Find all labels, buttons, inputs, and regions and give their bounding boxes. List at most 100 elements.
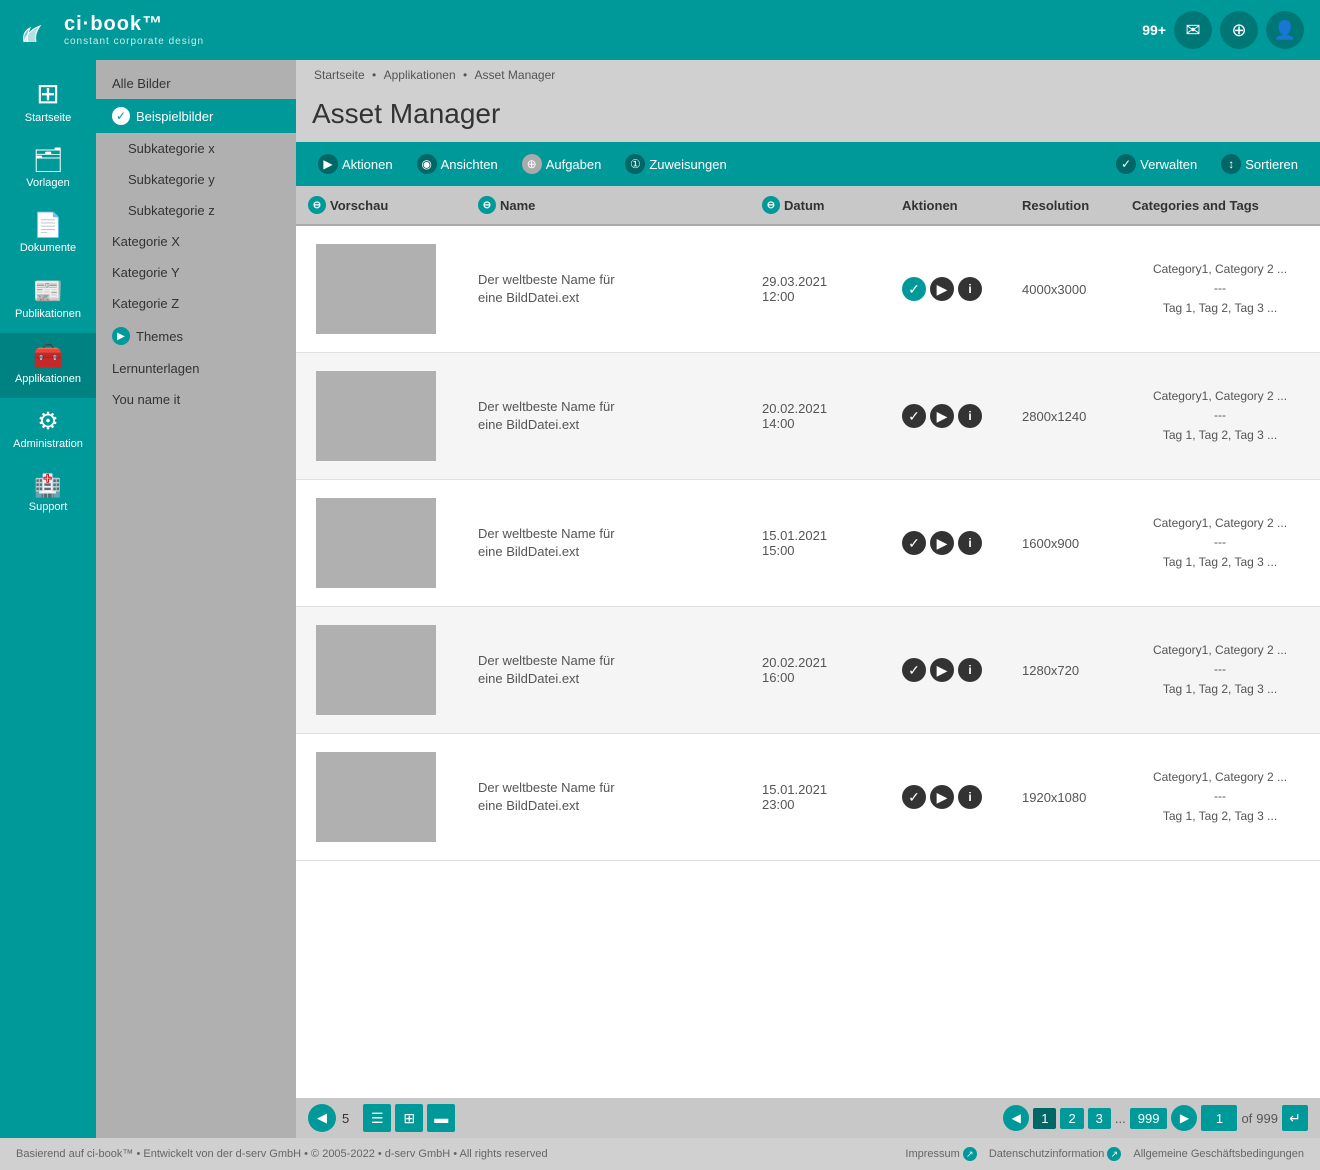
per-page-button[interactable]: ◀ xyxy=(308,1104,336,1132)
date-value: 20.02.202114:00 xyxy=(762,401,827,431)
top-header: ci·book™ constant corporate design 99+ ✉… xyxy=(0,0,1320,60)
th-categories: Categories and Tags xyxy=(1120,186,1320,224)
page-num-1[interactable]: 1 xyxy=(1033,1108,1056,1129)
sec-sidebar-kategorie-x[interactable]: Kategorie X xyxy=(96,226,296,257)
beispielbilder-label: Beispielbilder xyxy=(136,109,213,124)
file-name: Der weltbeste Name füreine BildDatei.ext xyxy=(478,779,615,815)
sidebar-item-publikationen[interactable]: 📰 Publikationen xyxy=(0,268,96,333)
sec-sidebar-lernunterlagen[interactable]: Lernunterlagen xyxy=(96,353,296,384)
action-approve-icon[interactable]: ✓ xyxy=(902,404,926,428)
list-view-button[interactable]: ☰ xyxy=(363,1104,391,1132)
sidebar-item-support[interactable]: 🏥 Support xyxy=(0,463,96,526)
aufgaben-button[interactable]: ⊕ Aufgaben xyxy=(512,150,612,178)
preview-thumbnail[interactable] xyxy=(316,625,436,715)
action-info-icon[interactable]: i xyxy=(958,785,982,809)
of-text: of xyxy=(1241,1111,1252,1126)
tags-value: Tag 1, Tag 2, Tag 3 ... xyxy=(1163,299,1277,318)
action-info-icon[interactable]: i xyxy=(958,404,982,428)
action-play-icon[interactable]: ▶ xyxy=(930,531,954,555)
action-info-icon[interactable]: i xyxy=(958,277,982,301)
action-approve-icon[interactable]: ✓ xyxy=(902,658,926,682)
sidebar-item-startseite[interactable]: ⊞ Startseite xyxy=(0,68,96,137)
list-view-icon: ☰ xyxy=(371,1110,384,1127)
action-play-icon[interactable]: ▶ xyxy=(930,658,954,682)
action-approve-icon[interactable]: ✓ xyxy=(902,277,926,301)
date-value: 15.01.202123:00 xyxy=(762,782,827,812)
sidebar-item-administration[interactable]: ⚙ Administration xyxy=(0,398,96,463)
page-input[interactable] xyxy=(1201,1105,1237,1131)
name-cell: Der weltbeste Name füreine BildDatei.ext xyxy=(466,607,750,733)
action-approve-icon[interactable]: ✓ xyxy=(902,785,926,809)
actions-cell: ✓ ▶ i xyxy=(890,353,1010,479)
action-play-icon[interactable]: ▶ xyxy=(930,277,954,301)
breadcrumb-applikationen[interactable]: Applikationen xyxy=(384,68,456,82)
table-row: Der weltbeste Name füreine BildDatei.ext… xyxy=(296,353,1320,480)
email-button[interactable]: ✉ xyxy=(1174,11,1212,49)
file-name: Der weltbeste Name füreine BildDatei.ext xyxy=(478,271,615,307)
sec-sidebar-you-name-it[interactable]: You name it xyxy=(96,384,296,415)
prev-page-button[interactable]: ◀ xyxy=(1003,1105,1029,1131)
preview-thumbnail[interactable] xyxy=(316,752,436,842)
action-play-icon[interactable]: ▶ xyxy=(930,785,954,809)
user-button[interactable]: 👤 xyxy=(1266,11,1304,49)
compact-view-button[interactable]: ▬ xyxy=(427,1104,455,1132)
table-area: ⊖ Vorschau ⊖ Name ⊖ Datum Aktionen Resol… xyxy=(296,186,1320,1098)
action-info-icon[interactable]: i xyxy=(958,658,982,682)
datenschutz-link[interactable]: Datenschutzinformation ↗ xyxy=(989,1147,1122,1161)
sec-sidebar-kategorie-z[interactable]: Kategorie Z xyxy=(96,288,296,319)
sec-sidebar-themes[interactable]: ▶ Themes xyxy=(96,319,296,353)
sec-sidebar-alle-bilder[interactable]: Alle Bilder xyxy=(96,68,296,99)
action-info-icon[interactable]: i xyxy=(958,531,982,555)
next-page-button[interactable]: ▶ xyxy=(1171,1105,1197,1131)
per-page-count: 5 xyxy=(342,1111,349,1126)
sort-name-icon[interactable]: ⊖ xyxy=(478,196,496,214)
sidebar-item-dokumente[interactable]: 📄 Dokumente xyxy=(0,202,96,267)
resolution-value: 1600x900 xyxy=(1022,536,1079,551)
category-dash: --- xyxy=(1214,787,1226,806)
per-page-icon: ◀ xyxy=(317,1110,327,1126)
sec-sidebar-subkategorie-x[interactable]: Subkategorie x xyxy=(96,133,296,164)
action-play-icon[interactable]: ▶ xyxy=(930,404,954,428)
sec-sidebar-kategorie-y[interactable]: Kategorie Y xyxy=(96,257,296,288)
category-dash: --- xyxy=(1214,533,1226,552)
page-enter-button[interactable]: ↵ xyxy=(1282,1105,1308,1131)
sort-datum-icon[interactable]: ⊖ xyxy=(762,196,780,214)
subkategorie-z-label: Subkategorie z xyxy=(128,203,215,218)
grid-view-button[interactable]: ⊞ xyxy=(395,1104,423,1132)
sort-vorschau-icon[interactable]: ⊖ xyxy=(308,196,326,214)
impressum-link[interactable]: Impressum ↗ xyxy=(905,1147,976,1161)
sec-sidebar-beispielbilder[interactable]: ✓ Beispielbilder xyxy=(96,99,296,133)
ansichten-button[interactable]: ◉ Ansichten xyxy=(407,150,508,178)
aufgaben-icon: ⊕ xyxy=(522,154,542,174)
sec-sidebar-subkategorie-z[interactable]: Subkategorie z xyxy=(96,195,296,226)
sidebar-label-vorlagen: Vorlagen xyxy=(26,177,69,190)
page-input-area: of 999 ↵ xyxy=(1201,1105,1308,1131)
breadcrumb-asset-manager[interactable]: Asset Manager xyxy=(475,68,556,82)
agb-link[interactable]: Allgemeine Geschäftsbedingungen xyxy=(1133,1147,1304,1161)
compass-button[interactable]: ⊕ xyxy=(1220,11,1258,49)
th-datum: ⊖ Datum xyxy=(750,186,890,224)
aktionen-button[interactable]: ▶ Aktionen xyxy=(308,150,403,178)
zuweisungen-icon: ① xyxy=(625,154,645,174)
sec-sidebar-subkategorie-y[interactable]: Subkategorie y xyxy=(96,164,296,195)
zuweisungen-button[interactable]: ① Zuweisungen xyxy=(615,150,736,178)
sidebar-item-vorlagen[interactable]: 🗂 Vorlagen xyxy=(0,137,96,202)
date-cell: 20.02.202116:00 xyxy=(750,607,890,733)
kategorie-y-label: Kategorie Y xyxy=(112,265,180,280)
main-content: Startseite • Applikationen • Asset Manag… xyxy=(296,60,1320,1138)
breadcrumb-startseite[interactable]: Startseite xyxy=(314,68,365,82)
compact-view-icon: ▬ xyxy=(434,1110,448,1126)
table-row: Der weltbeste Name füreine BildDatei.ext… xyxy=(296,480,1320,607)
sortieren-button[interactable]: ↕ Sortieren xyxy=(1211,150,1308,178)
page-num-3[interactable]: 3 xyxy=(1088,1108,1111,1129)
page-num-999[interactable]: 999 xyxy=(1130,1108,1168,1129)
preview-thumbnail[interactable] xyxy=(316,244,436,334)
sidebar-item-applikationen[interactable]: 🧰 Applikationen xyxy=(0,333,96,398)
verwalten-button[interactable]: ✓ Verwalten xyxy=(1106,150,1207,178)
page-num-2[interactable]: 2 xyxy=(1060,1108,1083,1129)
file-name: Der weltbeste Name füreine BildDatei.ext xyxy=(478,525,615,561)
preview-thumbnail[interactable] xyxy=(316,498,436,588)
preview-thumbnail[interactable] xyxy=(316,371,436,461)
action-approve-icon[interactable]: ✓ xyxy=(902,531,926,555)
footer-left: Basierend auf ci-book™ • Entwickelt von … xyxy=(16,1148,548,1160)
